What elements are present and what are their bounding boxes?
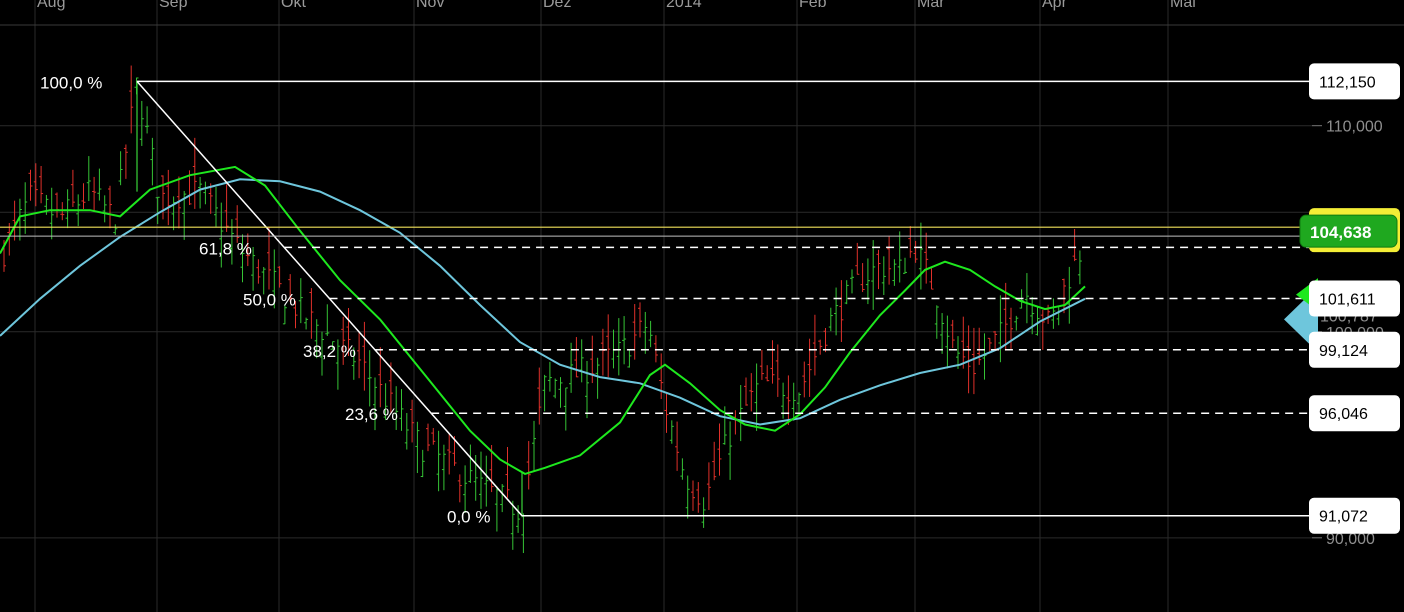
fib-level-label: 0,0 % xyxy=(447,508,490,527)
fib-level-label: 23,6 % xyxy=(345,405,398,424)
price-box-label: 99,124 xyxy=(1319,343,1368,360)
month-label-2014: 2014 xyxy=(666,0,702,11)
month-label-apr: Apr xyxy=(1042,0,1068,11)
price-box-label: 112,150 xyxy=(1319,74,1376,91)
last-price-badge: 104,638 xyxy=(1300,208,1400,252)
price-box-label: 91,072 xyxy=(1319,509,1368,526)
price-box-label: 101,611 xyxy=(1319,292,1376,309)
fib-level-label: 100,0 % xyxy=(40,73,102,92)
month-label-sep: Sep xyxy=(159,0,188,11)
month-label-mär: Mär xyxy=(917,0,945,11)
fib-level-label: 50,0 % xyxy=(243,291,296,310)
last-price-value: 104,638 xyxy=(1310,223,1371,242)
price-box-23: 96,046 xyxy=(1309,395,1400,431)
price-box-low: 91,072 xyxy=(1309,498,1400,534)
price-box-label: 96,046 xyxy=(1319,406,1368,423)
month-label-dez: Dez xyxy=(543,0,571,11)
price-box-38: 99,124 xyxy=(1309,332,1400,368)
fib-level-label: 61,8 % xyxy=(199,239,252,258)
month-label-aug: Aug xyxy=(37,0,65,11)
month-label-feb: Feb xyxy=(799,0,827,11)
price-box-50: 101,611 xyxy=(1309,281,1400,317)
y-axis-tick-label: 110,000 xyxy=(1326,119,1383,136)
price-box-high: 112,150 xyxy=(1309,63,1400,99)
month-label-okt: Okt xyxy=(281,0,306,11)
chart-background xyxy=(0,0,1404,612)
fib-level-label: 38,2 % xyxy=(303,342,356,361)
month-label-nov: Nov xyxy=(416,0,444,11)
month-label-mai: Mai xyxy=(1170,0,1196,11)
fibonacci-price-chart: Aug Sep Okt Nov Dez 2014 Feb Mär Apr Mai 110,000 10… xyxy=(0,0,1404,612)
